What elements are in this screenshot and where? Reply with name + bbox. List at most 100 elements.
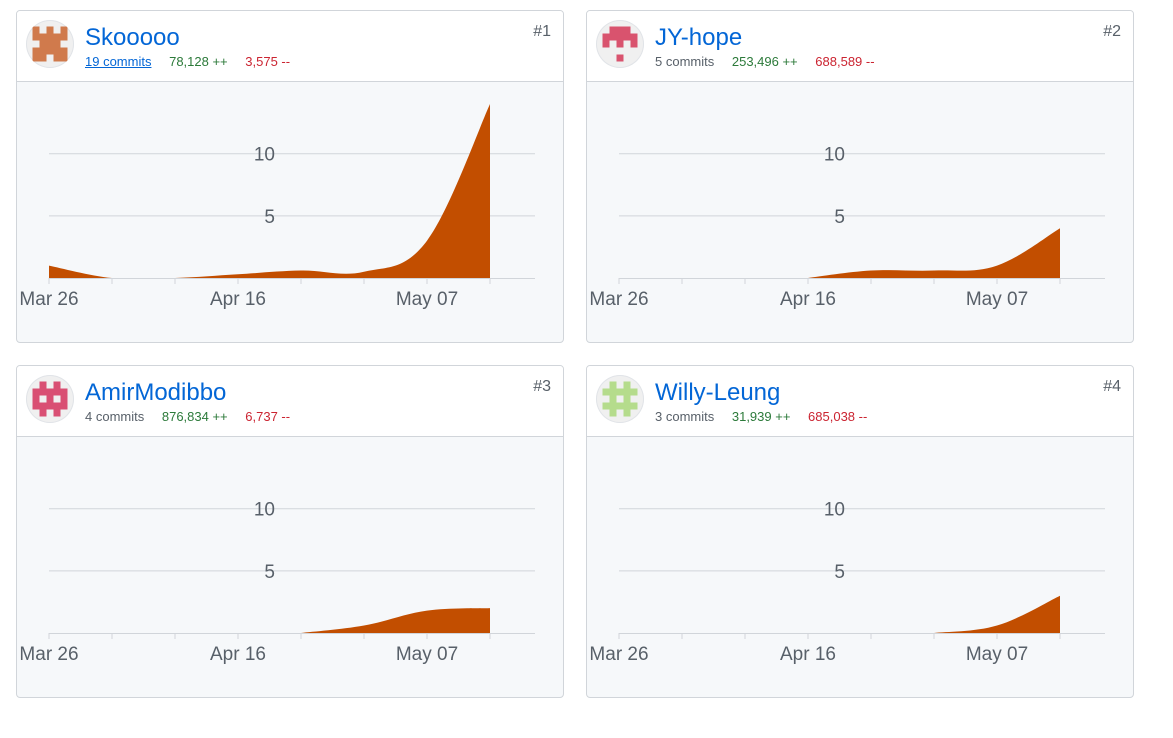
avatar[interactable] bbox=[596, 375, 644, 423]
identicon-cell bbox=[60, 395, 68, 403]
identicon-cell bbox=[46, 47, 54, 55]
rank-badge: #4 bbox=[1103, 378, 1121, 395]
identicon-cell bbox=[53, 47, 61, 55]
identicon-cell bbox=[609, 381, 617, 389]
identicon-cell bbox=[623, 33, 631, 41]
x-tick-label: Apr 16 bbox=[780, 289, 836, 310]
identicon-cell bbox=[32, 54, 40, 62]
username-link[interactable]: JY-hope bbox=[655, 24, 742, 52]
identicon-cell bbox=[602, 33, 610, 41]
identicon-image bbox=[32, 26, 68, 62]
rank-badge: #1 bbox=[533, 23, 551, 40]
identicon-cell bbox=[39, 47, 47, 55]
identicon-image bbox=[32, 381, 68, 417]
x-tick-label: Apr 16 bbox=[210, 644, 266, 665]
rank-badge: #2 bbox=[1103, 23, 1121, 40]
commit-area bbox=[808, 228, 1060, 278]
username-link[interactable]: Skooooo bbox=[85, 24, 180, 52]
y-tick-label: 10 bbox=[824, 145, 845, 166]
commit-activity-chart: 5 10 Mar 26 Apr 16 May 07 bbox=[587, 437, 1133, 697]
deletions-count: 3,575 -- bbox=[245, 54, 291, 69]
identicon-cell bbox=[60, 54, 68, 62]
commit-area bbox=[301, 608, 490, 633]
y-tick-label: 5 bbox=[834, 207, 845, 228]
identicon-cell bbox=[32, 26, 40, 34]
identicon-image bbox=[602, 381, 638, 417]
deletions-count: 6,737 -- bbox=[245, 409, 291, 424]
commit-activity-chart: 5 10 Mar 26 Apr 16 May 07 bbox=[17, 437, 563, 697]
card-header: Willy-Leung 3 commits 31,939 ++ 685,038 … bbox=[587, 366, 1133, 437]
additions-count: 78,128 ++ bbox=[169, 54, 228, 69]
identicon-cell bbox=[630, 40, 638, 48]
identicon-cell bbox=[53, 381, 61, 389]
identicon-cell bbox=[53, 33, 61, 41]
y-tick-label: 5 bbox=[834, 562, 845, 583]
contributor-card-2: JY-hope 5 commits 253,496 ++ 688,589 -- … bbox=[586, 10, 1134, 343]
avatar[interactable] bbox=[26, 375, 74, 423]
identicon-cell bbox=[623, 395, 631, 403]
additions-count: 31,939 ++ bbox=[731, 409, 791, 424]
username-link[interactable]: AmirModibbo bbox=[85, 379, 226, 407]
commits-count: 5 commits bbox=[655, 54, 715, 69]
x-tick-label: Mar 26 bbox=[589, 289, 648, 310]
identicon-cell bbox=[53, 54, 61, 62]
username-link[interactable]: Willy-Leung bbox=[655, 379, 780, 407]
card-header: JY-hope 5 commits 253,496 ++ 688,589 -- … bbox=[587, 11, 1133, 82]
identicon-cell bbox=[630, 33, 638, 41]
identicon-cell bbox=[46, 26, 54, 34]
contributors-grid: Skooooo 19 commits 78,128 ++ 3,575 -- #1… bbox=[0, 0, 1173, 738]
avatar[interactable] bbox=[596, 20, 644, 68]
additions-count: 253,496 ++ bbox=[731, 54, 798, 69]
card-header: AmirModibbo 4 commits 876,834 ++ 6,737 -… bbox=[17, 366, 563, 437]
identicon-cell bbox=[623, 381, 631, 389]
identicon-cell bbox=[39, 402, 47, 410]
contributor-card-1: Skooooo 19 commits 78,128 ++ 3,575 -- #1… bbox=[16, 10, 564, 343]
identicon-cell bbox=[32, 395, 40, 403]
commit-activity-chart: 5 10 Mar 26 Apr 16 May 07 bbox=[587, 82, 1133, 342]
x-tick-label: Apr 16 bbox=[780, 644, 836, 665]
identicon-image bbox=[602, 26, 638, 62]
contributor-stats: 4 commits 876,834 ++ 6,737 -- bbox=[85, 408, 290, 426]
x-tick-label: May 07 bbox=[396, 289, 458, 310]
identicon-cell bbox=[616, 33, 624, 41]
commit-activity-chart: 5 10 Mar 26 Apr 16 May 07 bbox=[17, 82, 563, 342]
identicon-cell bbox=[616, 388, 624, 396]
identicon-cell bbox=[46, 402, 54, 410]
identicon-cell bbox=[60, 402, 68, 410]
identicon-cell bbox=[602, 40, 610, 48]
identicon-cell bbox=[609, 26, 617, 34]
identicon-cell bbox=[53, 388, 61, 396]
identicon-cell bbox=[609, 409, 617, 417]
identicon-cell bbox=[623, 388, 631, 396]
identicon-cell bbox=[39, 40, 47, 48]
x-tick-label: May 07 bbox=[966, 644, 1028, 665]
contributor-stats: 19 commits 78,128 ++ 3,575 -- bbox=[85, 53, 290, 71]
avatar[interactable] bbox=[26, 20, 74, 68]
identicon-cell bbox=[609, 388, 617, 396]
identicon-cell bbox=[39, 388, 47, 396]
y-tick-label: 10 bbox=[824, 500, 845, 521]
area-chart-svg: 5 10 Mar 26 Apr 16 May 07 bbox=[589, 500, 1105, 665]
x-tick-label: Mar 26 bbox=[19, 644, 78, 665]
identicon-cell bbox=[32, 33, 40, 41]
identicon-cell bbox=[39, 33, 47, 41]
identicon-cell bbox=[46, 388, 54, 396]
identicon-cell bbox=[623, 409, 631, 417]
area-chart-svg: 5 10 Mar 26 Apr 16 May 07 bbox=[589, 145, 1105, 310]
y-tick-label: 10 bbox=[254, 145, 275, 166]
rank-badge: #3 bbox=[533, 378, 551, 395]
identicon-cell bbox=[602, 388, 610, 396]
identicon-cell bbox=[609, 33, 617, 41]
x-tick-label: May 07 bbox=[396, 644, 458, 665]
identicon-cell bbox=[46, 33, 54, 41]
identicon-cell bbox=[53, 40, 61, 48]
identicon-cell bbox=[32, 47, 40, 55]
commits-count: 4 commits bbox=[85, 409, 145, 424]
identicon-cell bbox=[609, 402, 617, 410]
card-header: Skooooo 19 commits 78,128 ++ 3,575 -- #1 bbox=[17, 11, 563, 82]
commits-link[interactable]: 19 commits bbox=[85, 54, 151, 69]
identicon-cell bbox=[60, 26, 68, 34]
identicon-cell bbox=[60, 33, 68, 41]
identicon-cell bbox=[60, 388, 68, 396]
identicon-cell bbox=[39, 381, 47, 389]
